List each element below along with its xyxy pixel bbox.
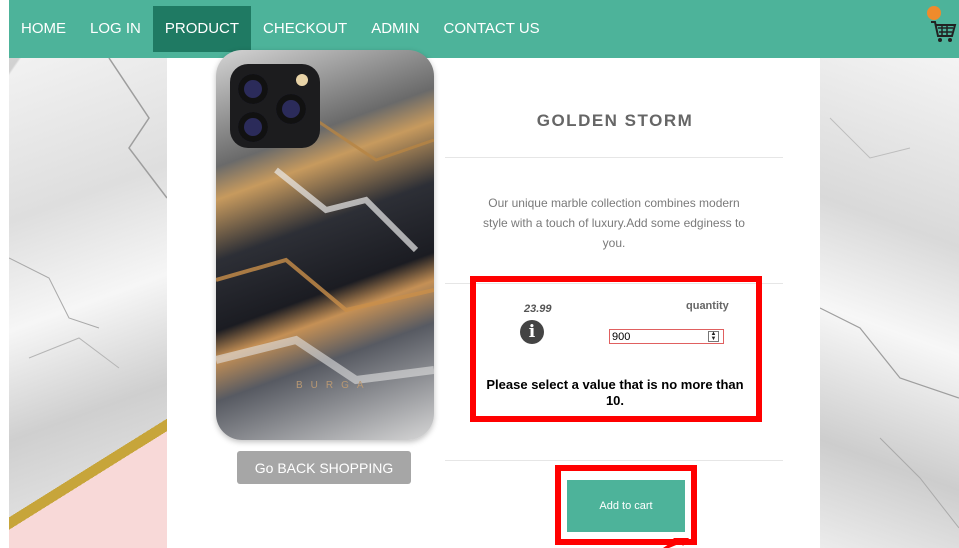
nav-home[interactable]: HOME	[9, 6, 78, 52]
info-icon[interactable]: i	[520, 320, 544, 344]
quantity-label: quantity	[686, 300, 729, 312]
nav-contact-us[interactable]: CONTACT US	[432, 6, 552, 52]
top-navbar: HOME LOG IN PRODUCT CHECKOUT ADMIN CONTA…	[9, 0, 959, 58]
product-description: Our unique marble collection combines mo…	[483, 196, 745, 250]
nav-login[interactable]: LOG IN	[78, 6, 153, 52]
validation-message: Please select a value that is no more th…	[486, 377, 744, 408]
quantity-input[interactable]	[609, 329, 724, 344]
add-to-cart-button[interactable]: Add to cart	[567, 480, 685, 532]
nav-checkout[interactable]: CHECKOUT	[251, 6, 359, 52]
camera-lens	[276, 94, 306, 124]
cart-badge	[927, 6, 941, 20]
nav-admin[interactable]: ADMIN	[359, 6, 431, 52]
divider	[445, 460, 783, 461]
go-back-shopping-button[interactable]: Go BACK SHOPPING	[237, 451, 411, 484]
nav-product[interactable]: PRODUCT	[152, 6, 252, 52]
quantity-stepper[interactable]: ▲ ▼	[708, 331, 719, 342]
phone-brand-text: BURGA	[296, 380, 372, 391]
divider	[445, 157, 783, 158]
camera-lens	[238, 74, 268, 104]
product-price: 23.99	[524, 303, 552, 315]
camera-lens	[238, 112, 268, 142]
product-image: BURGA	[216, 50, 434, 440]
marble-background-left	[9, 58, 167, 548]
camera-flash	[296, 74, 308, 86]
pink-gold-decoration	[9, 398, 167, 548]
marble-background-right	[820, 58, 959, 548]
shopping-cart-icon[interactable]	[927, 6, 957, 46]
left-edge	[0, 0, 9, 548]
red-arrow-icon	[663, 538, 689, 548]
product-title: GOLDEN STORM	[536, 111, 694, 130]
camera-module	[230, 64, 320, 148]
